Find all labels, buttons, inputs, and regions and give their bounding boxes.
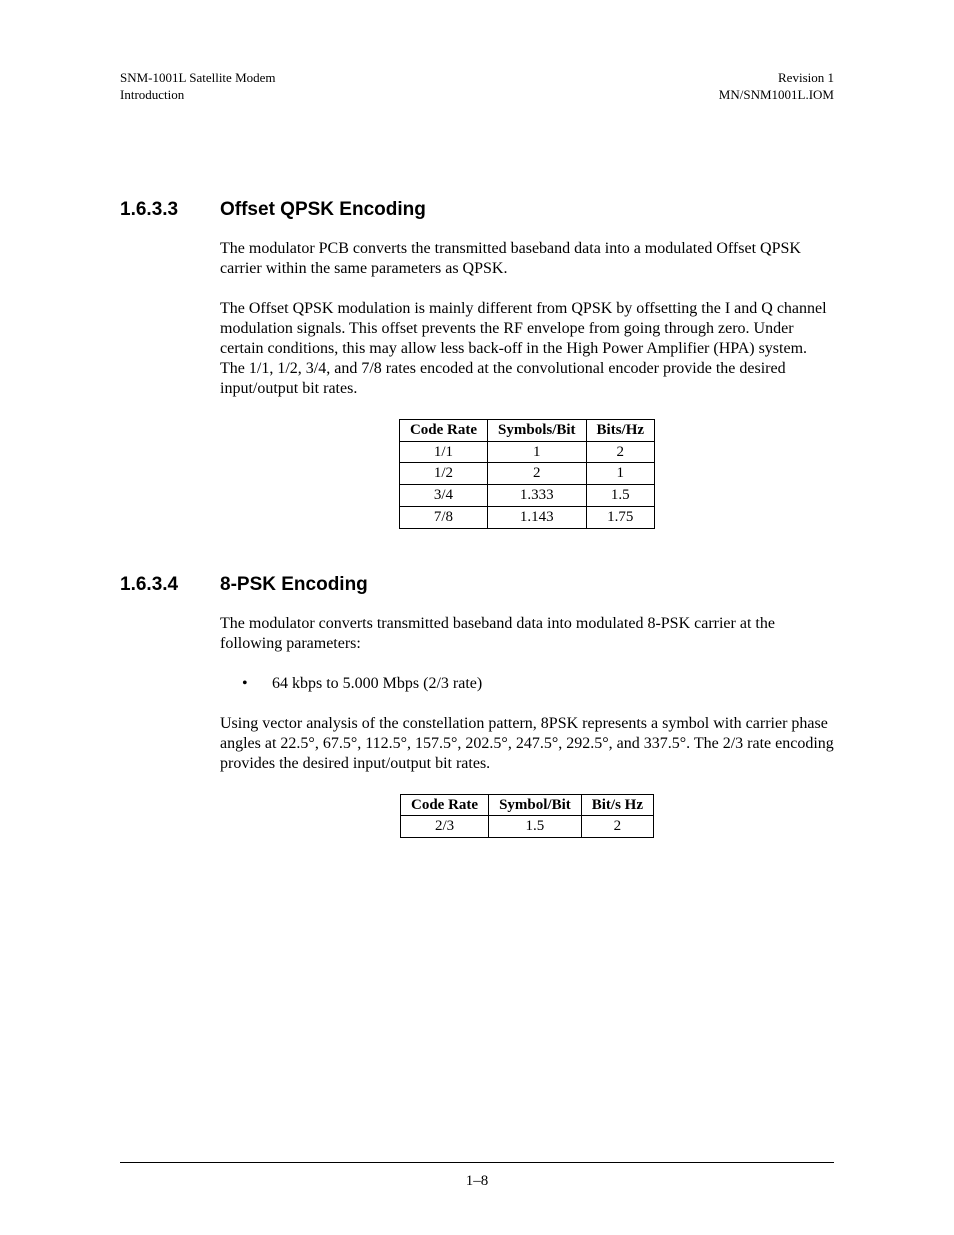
bullet-item: • 64 kbps to 5.000 Mbps (2/3 rate) — [242, 674, 834, 694]
table-row: 1/1 1 2 — [399, 441, 654, 463]
cell: 1.333 — [488, 485, 587, 507]
header-right-line2: MN/SNM1001L.IOM — [719, 87, 834, 102]
cell: 1.143 — [488, 506, 587, 528]
section-title-1: Offset QPSK Encoding — [220, 199, 426, 221]
oqpsk-table: Code Rate Symbols/Bit Bits/Hz 1/1 1 2 1/… — [399, 419, 655, 529]
cell: 1/1 — [399, 441, 487, 463]
table-header-row: Code Rate Symbols/Bit Bits/Hz — [399, 419, 654, 441]
page-header: SNM-1001L Satellite Modem Introduction R… — [120, 70, 834, 104]
cell: 2 — [581, 816, 653, 838]
header-right: Revision 1 MN/SNM1001L.IOM — [719, 70, 834, 104]
page-number: 1–8 — [466, 1173, 489, 1189]
cell: 1 — [488, 441, 587, 463]
cell: 1/2 — [399, 463, 487, 485]
cell: 3/4 — [399, 485, 487, 507]
cell: 2 — [586, 441, 655, 463]
paragraph: The modulator PCB converts the transmitt… — [220, 239, 834, 279]
col-header: Symbol/Bit — [489, 794, 582, 816]
cell: 2/3 — [400, 816, 488, 838]
header-left-line2: Introduction — [120, 87, 184, 102]
cell: 7/8 — [399, 506, 487, 528]
cell: 1.5 — [586, 485, 655, 507]
cell: 1 — [586, 463, 655, 485]
header-left: SNM-1001L Satellite Modem Introduction — [120, 70, 276, 104]
cell: 2 — [488, 463, 587, 485]
header-left-line1: SNM-1001L Satellite Modem — [120, 70, 276, 85]
cell: 1.75 — [586, 506, 655, 528]
8psk-table: Code Rate Symbol/Bit Bit/s Hz 2/3 1.5 2 — [400, 794, 654, 839]
paragraph: Using vector analysis of the constellati… — [220, 714, 834, 774]
paragraph: The Offset QPSK modulation is mainly dif… — [220, 299, 834, 399]
col-header: Bit/s Hz — [581, 794, 653, 816]
table-row: 1/2 2 1 — [399, 463, 654, 485]
bullet-icon: • — [242, 674, 272, 694]
section-number-2: 1.6.3.4 — [120, 574, 220, 596]
col-header: Symbols/Bit — [488, 419, 587, 441]
table-row: 2/3 1.5 2 — [400, 816, 653, 838]
section-heading-1: 1.6.3.3 Offset QPSK Encoding — [120, 199, 834, 221]
table-row: 3/4 1.333 1.5 — [399, 485, 654, 507]
page: SNM-1001L Satellite Modem Introduction R… — [0, 0, 954, 1235]
section-body-1: The modulator PCB converts the transmitt… — [220, 239, 834, 529]
bullet-text: 64 kbps to 5.000 Mbps (2/3 rate) — [272, 674, 482, 694]
col-header: Code Rate — [399, 419, 487, 441]
paragraph: The modulator converts transmitted baseb… — [220, 614, 834, 654]
section-number-1: 1.6.3.3 — [120, 199, 220, 221]
table-header-row: Code Rate Symbol/Bit Bit/s Hz — [400, 794, 653, 816]
col-header: Code Rate — [400, 794, 488, 816]
section-heading-2: 1.6.3.4 8-PSK Encoding — [120, 574, 834, 596]
section-title-2: 8-PSK Encoding — [220, 574, 368, 596]
page-footer: 1–8 — [120, 1162, 834, 1190]
table-row: 7/8 1.143 1.75 — [399, 506, 654, 528]
section-body-2: The modulator converts transmitted baseb… — [220, 614, 834, 839]
cell: 1.5 — [489, 816, 582, 838]
col-header: Bits/Hz — [586, 419, 655, 441]
header-right-line1: Revision 1 — [778, 70, 834, 85]
